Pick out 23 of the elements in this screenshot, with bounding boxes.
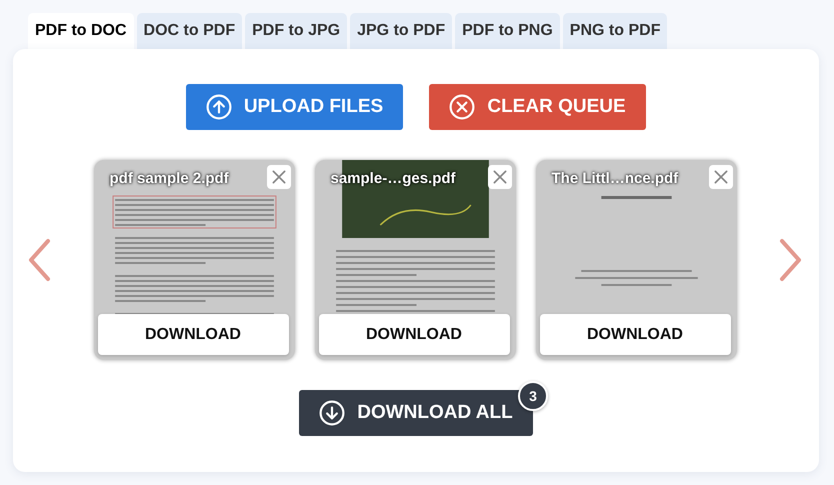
close-icon [270,169,286,185]
download-icon [319,400,346,426]
close-icon [492,169,508,185]
tab[interactable]: PDF to PNG [455,13,560,49]
file-name: The Littl…nce.pdf [552,170,678,187]
close-icon [712,169,728,185]
tab[interactable]: JPG to PDF [350,13,452,49]
tab[interactable]: PDF to DOC [28,13,134,49]
tab[interactable]: PDF to JPG [245,13,348,49]
download-button[interactable]: DOWNLOAD [98,314,288,355]
tab[interactable]: PNG to PDF [562,13,668,49]
file-name: pdf sample 2.pdf [110,170,229,187]
tab[interactable]: DOC to PDF [136,13,242,49]
chevron-right-icon[interactable] [779,238,803,282]
upload-files-button[interactable]: UPLOAD FILES [186,84,403,130]
remove-file-button[interactable] [488,165,512,189]
count-badge: 3 [518,381,548,411]
download-button[interactable]: DOWNLOAD [540,314,730,355]
clear-queue-button[interactable]: CLEAR QUEUE [429,84,646,130]
chevron-left-icon[interactable] [27,238,51,282]
download-button[interactable]: DOWNLOAD [318,314,510,355]
upload-icon [206,94,232,120]
close-icon [449,94,476,120]
